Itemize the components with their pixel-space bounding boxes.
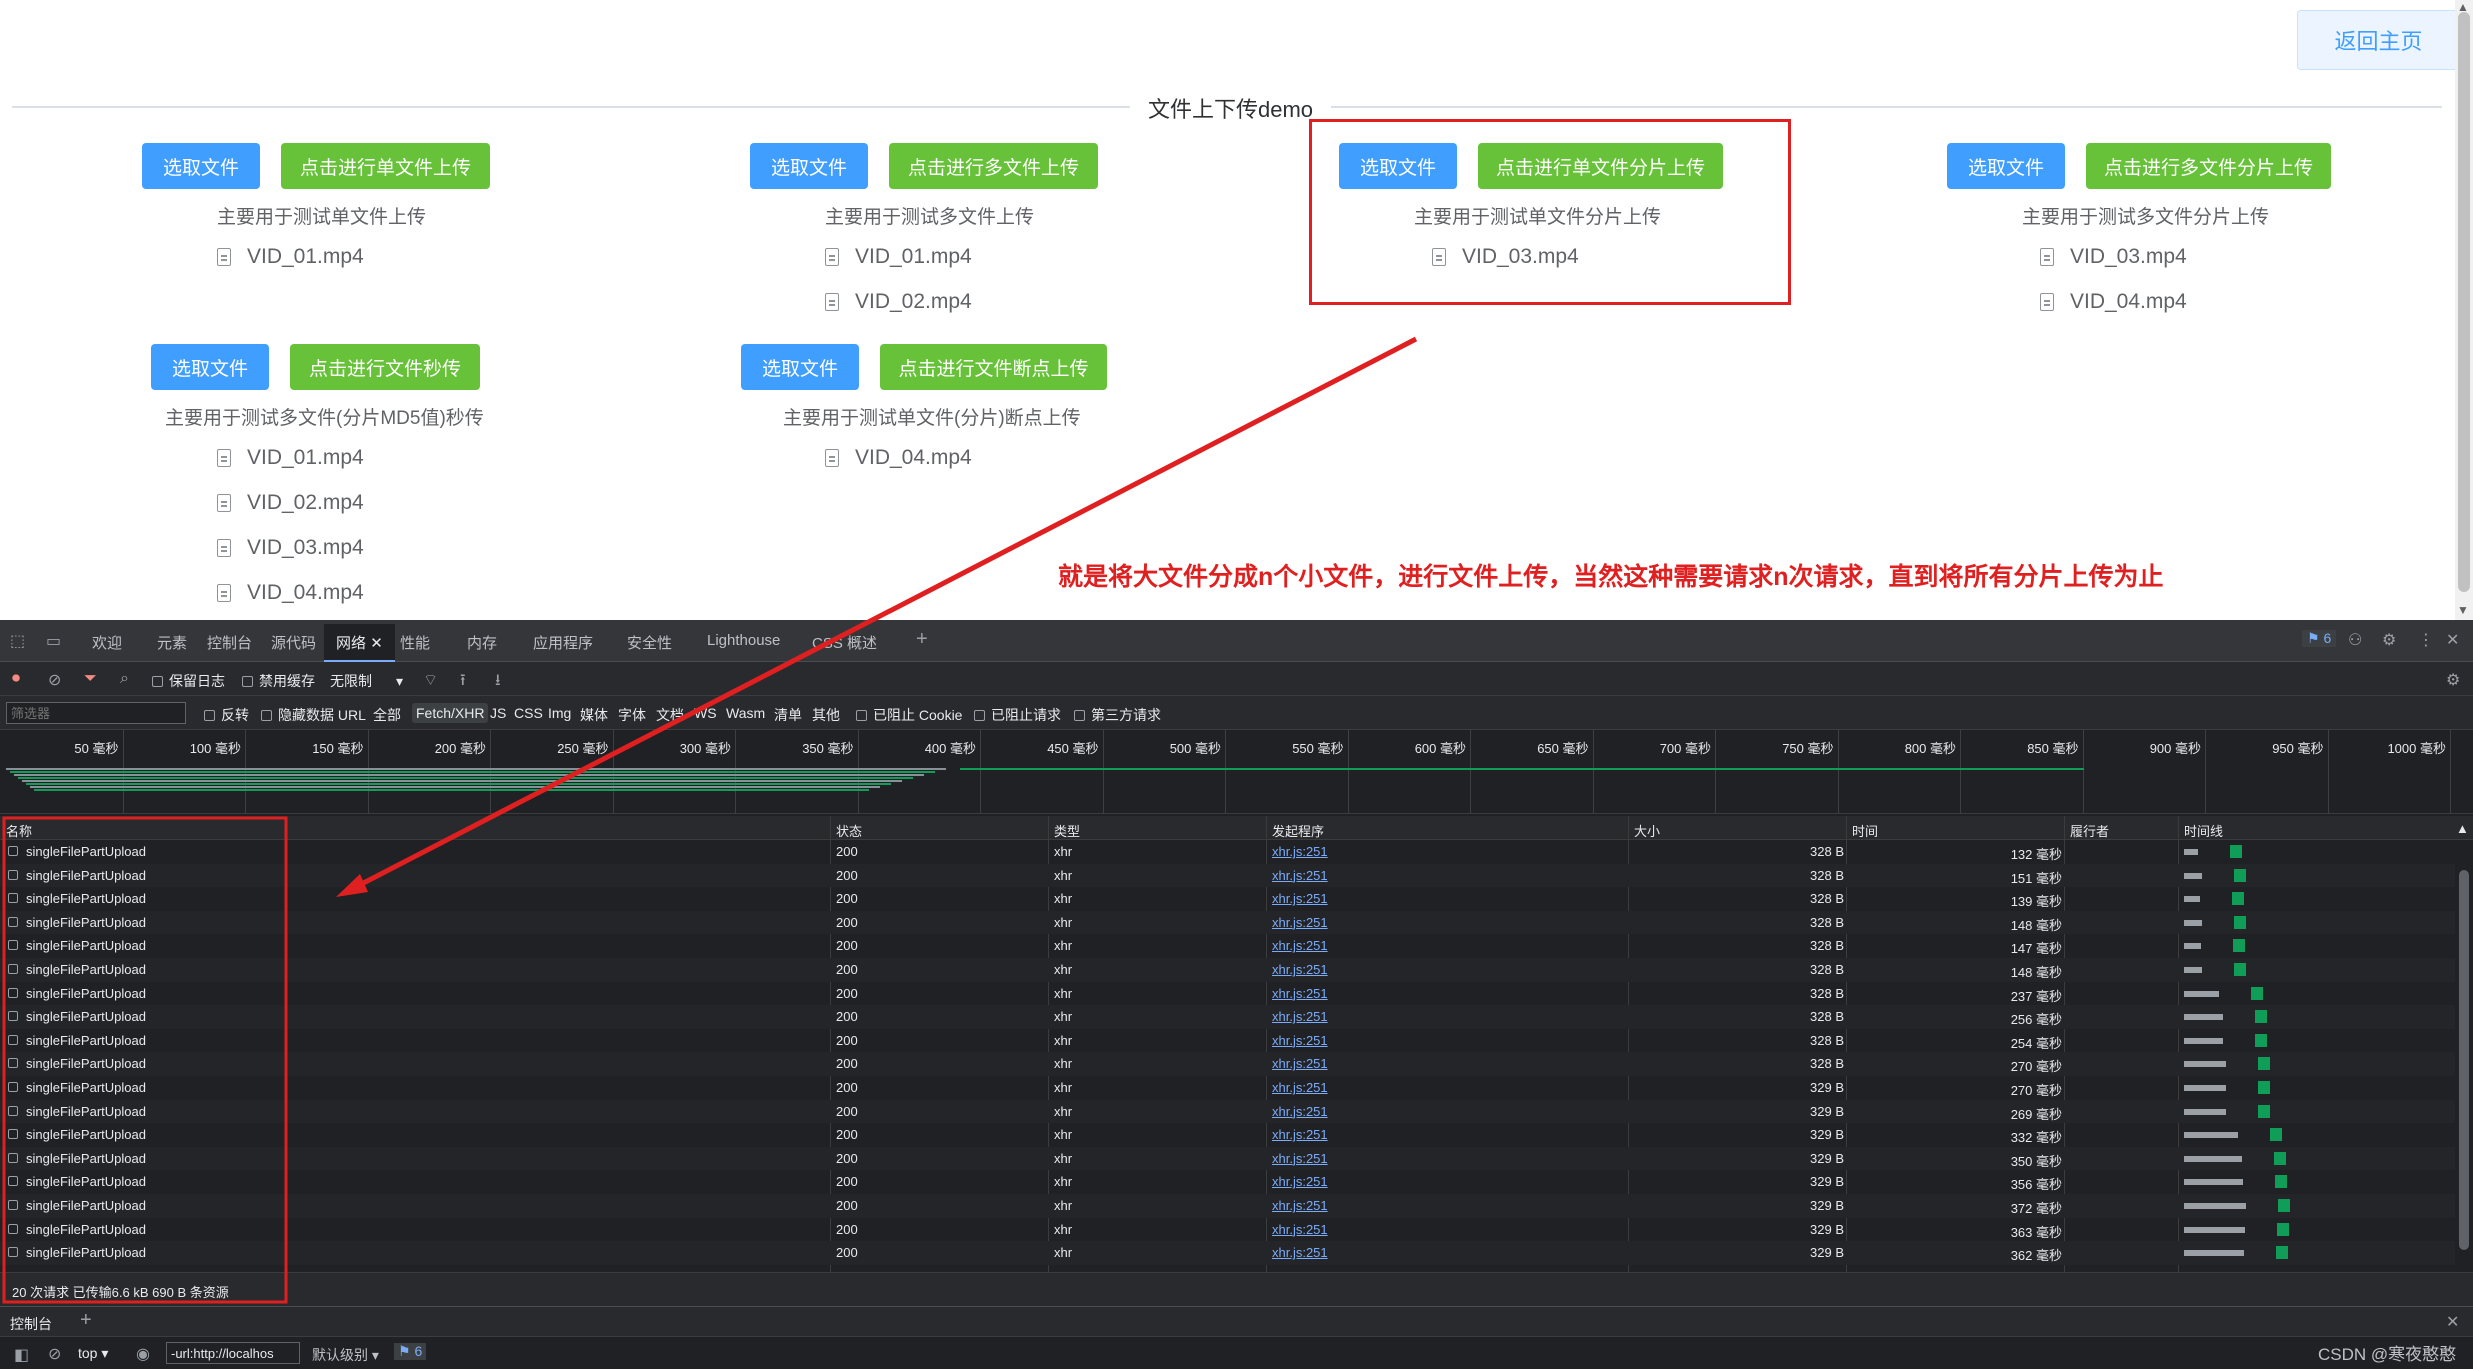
arrow-head <box>336 874 368 897</box>
arrow-line <box>346 336 1418 894</box>
watermark: CSDN @寒夜憨憨 <box>2318 1345 2457 1364</box>
name-column-highlight <box>2 816 288 1304</box>
annotation-arrow <box>2 336 1418 1304</box>
